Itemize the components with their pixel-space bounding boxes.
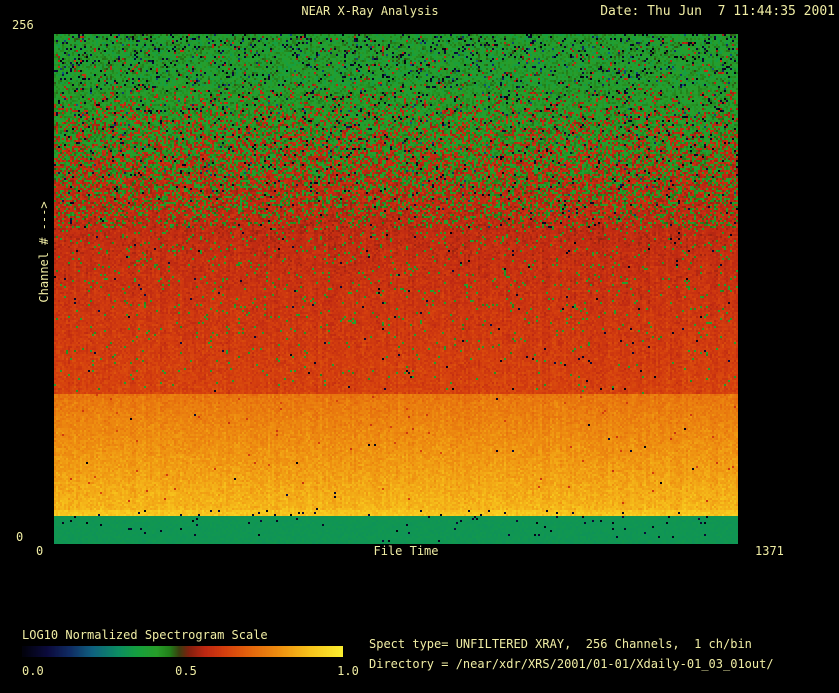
x-axis-title: File Time bbox=[373, 544, 439, 558]
colorbar-title: LOG10 Normalized Spectrogram Scale bbox=[22, 628, 268, 642]
spectrogram-image bbox=[54, 34, 738, 544]
near-xray-analysis-screen: NEAR X-Ray Analysis Date: Thu Jun 7 11:4… bbox=[0, 0, 839, 693]
page-title: NEAR X-Ray Analysis bbox=[301, 4, 439, 18]
directory-info: Directory = /near/xdr/XRS/2001/01-01/Xda… bbox=[369, 657, 774, 671]
header-date: Date: Thu Jun 7 11:44:35 2001 bbox=[600, 4, 835, 19]
y-axis-max-label: 256 bbox=[12, 18, 34, 32]
colorbar-gradient bbox=[22, 646, 343, 657]
x-axis-max-label: 1371 bbox=[755, 544, 784, 558]
colorbar-tick-1: 0.5 bbox=[175, 664, 197, 678]
y-axis-title: Channel # ---> bbox=[37, 201, 51, 303]
y-axis-min-label: 0 bbox=[16, 530, 24, 544]
x-axis-min-label: 0 bbox=[36, 544, 44, 558]
colorbar-tick-0: 0.0 bbox=[22, 664, 44, 678]
spect-type-info: Spect type= UNFILTERED XRAY, 256 Channel… bbox=[369, 637, 752, 651]
colorbar-tick-2: 1.0 bbox=[337, 664, 359, 678]
